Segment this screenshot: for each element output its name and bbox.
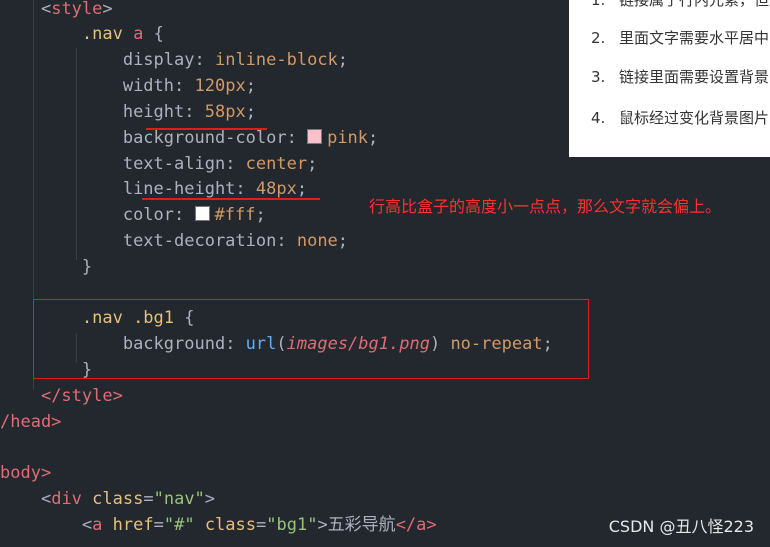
code-line: width: 120px; — [122, 76, 256, 96]
code-line: display: inline-block; — [122, 50, 349, 70]
code-line: <style> — [40, 0, 113, 19]
code-line: color: #fff; — [122, 205, 266, 225]
code-line: </style> — [40, 386, 123, 406]
watermark: CSDN @丑八怪223 — [608, 517, 754, 536]
code-line: text-decoration: none; — [122, 231, 349, 251]
notes-panel: 1. 链接属于行内元素，但 2. 里面文字需要水平居中 3. 链接里面需要设置背景 4… — [569, 0, 770, 157]
list-item: 4. 鼠标经过变化背景图片 — [591, 109, 770, 127]
code-line: body> — [0, 463, 52, 483]
highlight-box — [33, 299, 589, 379]
code-line: <div class="nav"> — [40, 489, 216, 509]
code-line: .nav a { — [81, 24, 164, 44]
color-swatch[interactable] — [194, 206, 210, 221]
line-height-underline — [142, 198, 320, 200]
list-item: 3. 链接里面需要设置背景 — [591, 68, 770, 86]
code-line: text-align: center; — [122, 154, 318, 174]
height-underline — [146, 128, 267, 130]
code-line: height: 58px; — [122, 102, 256, 122]
list-item: 2. 里面文字需要水平居中 — [591, 29, 770, 47]
code-line: } — [81, 257, 93, 277]
list-item: 1. 链接属于行内元素，但 — [591, 0, 770, 9]
annotation-note: 行高比盒子的高度小一点点，那么文字就会偏上。 — [369, 197, 722, 216]
color-swatch[interactable] — [307, 129, 323, 144]
code-line: <a href="#" class="bg1">五彩导航</a> — [81, 515, 437, 535]
code-line: /head> — [0, 412, 62, 432]
